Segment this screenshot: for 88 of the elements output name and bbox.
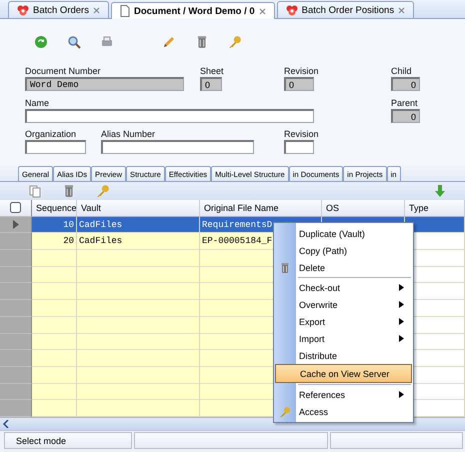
menu-item[interactable]: Overwrite — [275, 296, 412, 313]
menu-item[interactable]: Delete — [275, 259, 412, 276]
submenu-arrow-icon — [399, 301, 404, 308]
document-tab[interactable]: Batch Order Positions — [276, 1, 414, 18]
printer-icon[interactable] — [100, 35, 114, 49]
input-field[interactable] — [25, 109, 314, 123]
column-header[interactable]: Sequence — [32, 200, 77, 217]
key-icon[interactable] — [228, 35, 242, 49]
status-panel: Select mode — [4, 432, 132, 449]
input-field[interactable] — [101, 140, 254, 154]
field-label: Organization — [25, 129, 78, 139]
menu-item[interactable]: Export — [275, 313, 412, 330]
scroll-left-icon[interactable] — [3, 420, 9, 428]
field-label: Document Number — [25, 66, 102, 76]
menu-item[interactable]: Access — [275, 403, 412, 420]
field-label: Sheet — [200, 66, 225, 76]
refresh-icon[interactable] — [34, 35, 48, 49]
field-label: Child — [391, 66, 413, 76]
close-icon[interactable] — [398, 6, 406, 14]
row-header[interactable] — [0, 233, 32, 250]
row-header — [0, 266, 32, 284]
submenu-arrow-icon — [399, 284, 404, 291]
table-cell — [32, 266, 77, 284]
flower-icon — [17, 4, 29, 16]
download-arrow-icon[interactable] — [433, 184, 447, 198]
field-label: Parent — [391, 98, 419, 108]
column-header[interactable]: Original File Name — [200, 200, 322, 217]
input-field[interactable]: 0 — [391, 77, 420, 91]
table-cell — [32, 384, 77, 400]
row-header — [0, 334, 32, 350]
key-icon — [279, 406, 291, 418]
row-header — [0, 300, 32, 317]
search-icon[interactable] — [67, 35, 81, 49]
close-icon[interactable] — [258, 8, 266, 14]
table-cell — [32, 350, 77, 367]
checkbox[interactable] — [10, 202, 21, 214]
row-header — [0, 283, 32, 300]
input-field[interactable]: 0 — [391, 109, 420, 123]
table-cell: CadFiles — [77, 233, 200, 250]
row-pointer-icon — [12, 220, 18, 230]
table-cell — [32, 366, 77, 384]
table-cell — [32, 300, 77, 317]
copy-icon[interactable] — [28, 184, 42, 198]
row-header — [0, 350, 32, 367]
row-header — [0, 250, 32, 267]
menu-item[interactable]: Distribute — [275, 347, 412, 364]
table-cell: 10 — [32, 216, 77, 234]
field-label: Revision — [284, 66, 320, 76]
table-cell: 20 — [32, 233, 77, 250]
trash-icon — [279, 262, 291, 274]
submenu-arrow-icon — [399, 391, 404, 398]
table-cell — [32, 316, 77, 334]
document-tab[interactable]: Batch Orders — [8, 1, 109, 18]
table-cell: CadFiles — [77, 216, 200, 234]
row-header — [0, 366, 32, 384]
submenu-arrow-icon — [399, 318, 404, 325]
menu-item[interactable]: Cache on View Server — [275, 364, 412, 383]
column-header[interactable]: Type — [405, 200, 465, 217]
column-header[interactable]: Vault — [77, 200, 200, 217]
close-icon[interactable] — [92, 6, 100, 14]
row-header — [0, 400, 32, 417]
input-field[interactable]: 0 — [200, 77, 222, 91]
table-cell — [32, 250, 77, 267]
field-label: Revision — [284, 129, 320, 139]
document-tab[interactable]: Document / Word Demo / 0 — [110, 2, 275, 19]
field-label: Name — [25, 98, 50, 108]
key-icon[interactable] — [96, 184, 110, 198]
menu-item[interactable]: Import — [275, 330, 412, 347]
table-cell — [32, 400, 77, 417]
field-label: Alias Number — [101, 129, 156, 139]
column-header[interactable]: OS — [322, 200, 405, 217]
trash-icon[interactable] — [62, 184, 76, 198]
input-field[interactable] — [284, 140, 314, 154]
pencil-icon[interactable] — [162, 35, 176, 49]
trash-icon[interactable] — [195, 35, 209, 49]
document-icon — [120, 5, 130, 17]
row-header — [0, 384, 32, 400]
input-field[interactable]: 0 — [284, 77, 314, 91]
flower-icon — [286, 4, 298, 16]
menu-item[interactable]: Check-out — [275, 279, 412, 296]
input-field[interactable]: Word Demo — [25, 77, 184, 91]
table-cell — [32, 334, 77, 350]
row-header[interactable] — [0, 216, 32, 234]
row-header — [0, 316, 32, 334]
submenu-arrow-icon — [399, 335, 404, 342]
table-cell — [32, 283, 77, 300]
input-field[interactable] — [25, 140, 86, 154]
menu-item[interactable]: References — [275, 386, 412, 403]
